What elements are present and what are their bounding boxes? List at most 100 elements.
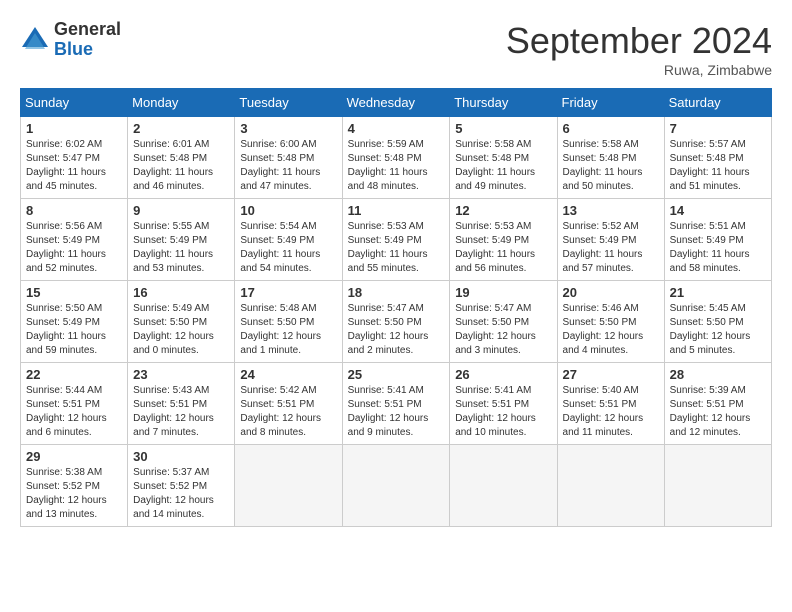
- table-row: 13 Sunrise: 5:52 AMSunset: 5:49 PMDayligh…: [557, 199, 664, 281]
- day-number: 29: [26, 449, 122, 464]
- day-number: 20: [563, 285, 659, 300]
- day-number: 18: [348, 285, 445, 300]
- table-row: 3Sunrise: 6:00 AMSunset: 5:48 PMDaylight…: [235, 117, 342, 199]
- table-row: 17 Sunrise: 5:48 AMSunset: 5:50 PMDayligh…: [235, 281, 342, 363]
- calendar-week-2: 8 Sunrise: 5:56 AMSunset: 5:49 PMDaylight…: [21, 199, 772, 281]
- day-number: 8: [26, 203, 122, 218]
- col-header-wednesday: Wednesday: [342, 89, 450, 117]
- day-info: Sunrise: 5:54 AMSunset: 5:49 PMDaylight:…: [240, 220, 336, 276]
- day-number: 6: [563, 121, 659, 136]
- table-row: [342, 445, 450, 527]
- location-subtitle: Ruwa, Zimbabwe: [506, 62, 772, 78]
- day-number: 7: [670, 121, 766, 136]
- day-info: Sunrise: 5:58 AMSunset: 5:48 PMDaylight:…: [563, 138, 659, 194]
- logo-blue: Blue: [54, 40, 121, 60]
- day-number: 9: [133, 203, 229, 218]
- day-info: Sunrise: 5:59 AMSunset: 5:48 PMDaylight:…: [348, 138, 445, 194]
- day-number: 16: [133, 285, 229, 300]
- table-row: 1Sunrise: 6:02 AMSunset: 5:47 PMDaylight…: [21, 117, 128, 199]
- day-number: 21: [670, 285, 766, 300]
- day-info: Sunrise: 5:55 AMSunset: 5:49 PMDaylight:…: [133, 220, 229, 276]
- logo-general: General: [54, 20, 121, 40]
- day-info: Sunrise: 5:47 AMSunset: 5:50 PMDaylight:…: [348, 302, 445, 358]
- col-header-thursday: Thursday: [450, 89, 557, 117]
- day-info: Sunrise: 5:56 AMSunset: 5:49 PMDaylight:…: [26, 220, 122, 276]
- logo-icon: [20, 25, 50, 55]
- calendar-table: SundayMondayTuesdayWednesdayThursdayFrid…: [20, 88, 772, 527]
- table-row: [450, 445, 557, 527]
- day-info: Sunrise: 5:44 AMSunset: 5:51 PMDaylight:…: [26, 384, 122, 440]
- day-number: 28: [670, 367, 766, 382]
- table-row: 5 Sunrise: 5:58 AMSunset: 5:48 PMDaylight…: [450, 117, 557, 199]
- day-number: 24: [240, 367, 336, 382]
- col-header-sunday: Sunday: [21, 89, 128, 117]
- day-number: 30: [133, 449, 229, 464]
- day-number: 11: [348, 203, 445, 218]
- table-row: 6 Sunrise: 5:58 AMSunset: 5:48 PMDaylight…: [557, 117, 664, 199]
- day-number: 26: [455, 367, 551, 382]
- day-info: Sunrise: 5:37 AMSunset: 5:52 PMDaylight:…: [133, 466, 229, 522]
- day-number: 19: [455, 285, 551, 300]
- table-row: [664, 445, 771, 527]
- day-info: Sunrise: 5:43 AMSunset: 5:51 PMDaylight:…: [133, 384, 229, 440]
- table-row: [557, 445, 664, 527]
- table-row: 28 Sunrise: 5:39 AMSunset: 5:51 PMDayligh…: [664, 363, 771, 445]
- day-number: 15: [26, 285, 122, 300]
- table-row: 30 Sunrise: 5:37 AMSunset: 5:52 PMDayligh…: [128, 445, 235, 527]
- day-number: 5: [455, 121, 551, 136]
- table-row: 11 Sunrise: 5:53 AMSunset: 5:49 PMDayligh…: [342, 199, 450, 281]
- logo-text: General Blue: [54, 20, 121, 60]
- day-number: 1: [26, 121, 122, 136]
- day-number: 3: [240, 121, 336, 136]
- calendar-week-3: 15 Sunrise: 5:50 AMSunset: 5:49 PMDayligh…: [21, 281, 772, 363]
- day-info: Sunrise: 5:46 AMSunset: 5:50 PMDaylight:…: [563, 302, 659, 358]
- month-title: September 2024: [506, 20, 772, 62]
- table-row: 18 Sunrise: 5:47 AMSunset: 5:50 PMDayligh…: [342, 281, 450, 363]
- day-info: Sunrise: 5:48 AMSunset: 5:50 PMDaylight:…: [240, 302, 336, 358]
- day-info: Sunrise: 5:47 AMSunset: 5:50 PMDaylight:…: [455, 302, 551, 358]
- calendar-week-5: 29 Sunrise: 5:38 AMSunset: 5:52 PMDayligh…: [21, 445, 772, 527]
- table-row: 27Sunrise: 5:40 AMSunset: 5:51 PMDayligh…: [557, 363, 664, 445]
- day-number: 2: [133, 121, 229, 136]
- day-info: Sunrise: 5:52 AMSunset: 5:49 PMDaylight:…: [563, 220, 659, 276]
- day-number: 12: [455, 203, 551, 218]
- table-row: 12 Sunrise: 5:53 AMSunset: 5:49 PMDayligh…: [450, 199, 557, 281]
- day-info: Sunrise: 5:50 AMSunset: 5:49 PMDaylight:…: [26, 302, 122, 358]
- calendar-header-row: SundayMondayTuesdayWednesdayThursdayFrid…: [21, 89, 772, 117]
- table-row: [235, 445, 342, 527]
- day-info: Sunrise: 5:40 AMSunset: 5:51 PMDaylight:…: [563, 384, 659, 440]
- table-row: 23 Sunrise: 5:43 AMSunset: 5:51 PMDayligh…: [128, 363, 235, 445]
- table-row: 24 Sunrise: 5:42 AMSunset: 5:51 PMDayligh…: [235, 363, 342, 445]
- logo: General Blue: [20, 20, 121, 60]
- col-header-friday: Friday: [557, 89, 664, 117]
- table-row: 15 Sunrise: 5:50 AMSunset: 5:49 PMDayligh…: [21, 281, 128, 363]
- table-row: 22 Sunrise: 5:44 AMSunset: 5:51 PMDayligh…: [21, 363, 128, 445]
- col-header-monday: Monday: [128, 89, 235, 117]
- day-info: Sunrise: 5:38 AMSunset: 5:52 PMDaylight:…: [26, 466, 122, 522]
- table-row: 20 Sunrise: 5:46 AMSunset: 5:50 PMDayligh…: [557, 281, 664, 363]
- day-info: Sunrise: 6:01 AMSunset: 5:48 PMDaylight:…: [133, 138, 229, 194]
- table-row: 9 Sunrise: 5:55 AMSunset: 5:49 PMDaylight…: [128, 199, 235, 281]
- day-number: 14: [670, 203, 766, 218]
- day-number: 22: [26, 367, 122, 382]
- table-row: 19 Sunrise: 5:47 AMSunset: 5:50 PMDayligh…: [450, 281, 557, 363]
- day-info: Sunrise: 5:41 AMSunset: 5:51 PMDaylight:…: [455, 384, 551, 440]
- table-row: 14 Sunrise: 5:51 AMSunset: 5:49 PMDayligh…: [664, 199, 771, 281]
- day-info: Sunrise: 5:58 AMSunset: 5:48 PMDaylight:…: [455, 138, 551, 194]
- day-number: 23: [133, 367, 229, 382]
- day-number: 17: [240, 285, 336, 300]
- day-number: 13: [563, 203, 659, 218]
- table-row: 29 Sunrise: 5:38 AMSunset: 5:52 PMDayligh…: [21, 445, 128, 527]
- day-number: 10: [240, 203, 336, 218]
- day-info: Sunrise: 5:53 AMSunset: 5:49 PMDaylight:…: [348, 220, 445, 276]
- table-row: 10 Sunrise: 5:54 AMSunset: 5:49 PMDayligh…: [235, 199, 342, 281]
- day-info: Sunrise: 5:45 AMSunset: 5:50 PMDaylight:…: [670, 302, 766, 358]
- day-info: Sunrise: 5:41 AMSunset: 5:51 PMDaylight:…: [348, 384, 445, 440]
- day-info: Sunrise: 5:53 AMSunset: 5:49 PMDaylight:…: [455, 220, 551, 276]
- day-info: Sunrise: 5:39 AMSunset: 5:51 PMDaylight:…: [670, 384, 766, 440]
- calendar-week-1: 1Sunrise: 6:02 AMSunset: 5:47 PMDaylight…: [21, 117, 772, 199]
- day-info: Sunrise: 5:51 AMSunset: 5:49 PMDaylight:…: [670, 220, 766, 276]
- day-info: Sunrise: 5:42 AMSunset: 5:51 PMDaylight:…: [240, 384, 336, 440]
- table-row: 16Sunrise: 5:49 AMSunset: 5:50 PMDayligh…: [128, 281, 235, 363]
- col-header-saturday: Saturday: [664, 89, 771, 117]
